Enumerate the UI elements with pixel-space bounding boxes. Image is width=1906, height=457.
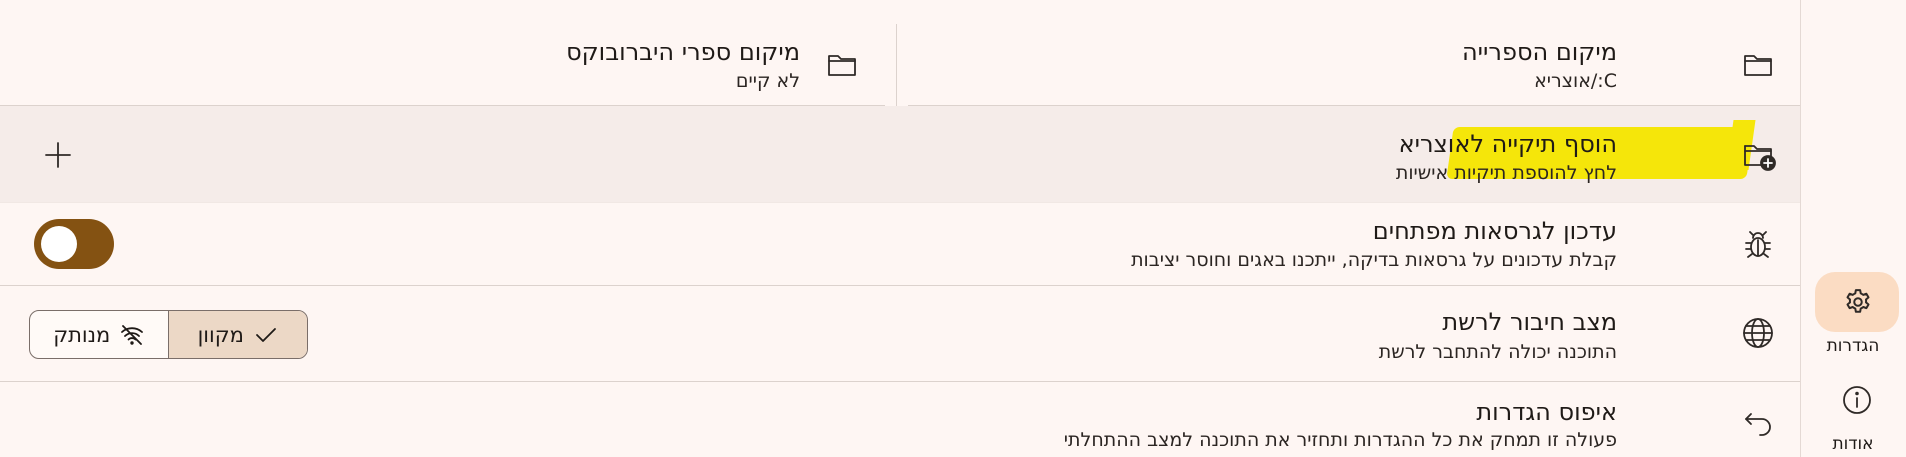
gear-icon — [1843, 287, 1873, 317]
toggle-knob — [41, 226, 77, 262]
offline-option[interactable]: מנותק — [30, 311, 168, 358]
dev-updates-subtitle: קבלת עדכונים על גרסאות בדיקה, ייתכנו באג… — [1131, 249, 1617, 271]
hebrewbooks-location-status: לא קיים — [735, 70, 800, 92]
network-mode-subtitle: התוכנה יכולה להתחבר לרשת — [1378, 341, 1617, 363]
dev-updates-toggle[interactable] — [34, 219, 114, 269]
settings-panel: מיקום הספרייה C:/אוצריא מיקום ספרי היברו… — [0, 0, 1800, 457]
add-folder-subtitle: לחץ להוספת תיקיות אישיות — [1395, 162, 1617, 184]
info-icon[interactable] — [1841, 384, 1873, 416]
folder-icon — [1740, 46, 1776, 82]
add-folder-title: הוסף תיקייה לאוצריא — [1398, 130, 1617, 158]
wifi-off-icon — [121, 324, 144, 345]
online-label: מקוון — [197, 322, 244, 347]
nav-label-settings: הגדרות — [1826, 336, 1880, 356]
network-mode-title: מצב חיבור לרשת — [1442, 308, 1617, 336]
reset-settings-title: איפוס הגדרות — [1476, 398, 1617, 426]
online-option[interactable]: מקוון — [167, 311, 307, 358]
globe-icon — [1740, 315, 1776, 351]
folder-add-icon — [1740, 136, 1776, 172]
reset-settings-subtitle: פעולה זו תמחק את כל ההגדרות ותחזיר את הת… — [1063, 429, 1617, 451]
nav-label-about[interactable]: אודות — [1800, 434, 1906, 454]
undo-icon — [1740, 404, 1776, 440]
add-icon[interactable] — [44, 141, 72, 169]
bug-icon — [1740, 226, 1776, 262]
check-icon — [256, 327, 276, 342]
library-location-path: C:/אוצריא — [1534, 70, 1617, 92]
divider — [896, 24, 897, 106]
hebrewbooks-location-title[interactable]: מיקום ספרי היברובוקס — [566, 38, 800, 66]
offline-label: מנותק — [53, 322, 111, 347]
folder-icon — [824, 46, 860, 82]
network-mode-selector: מנותק מקוון — [29, 310, 308, 359]
library-location-title: מיקום הספרייה — [1462, 38, 1617, 66]
dev-updates-title: עדכון לגרסאות מפתחים — [1372, 217, 1617, 245]
